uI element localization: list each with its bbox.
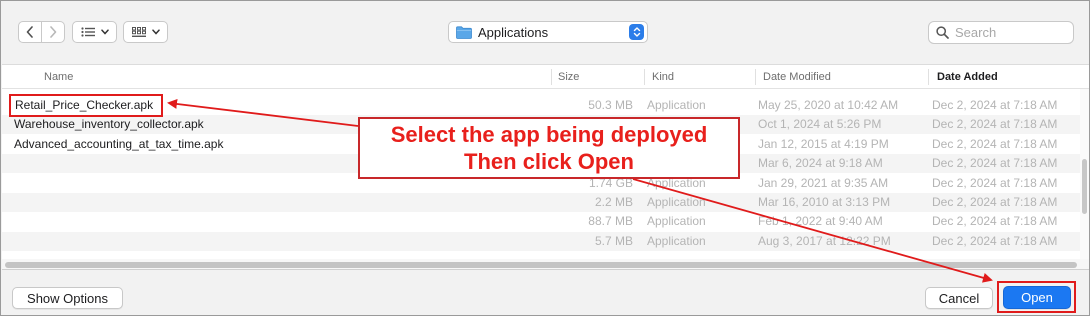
column-divider[interactable]	[551, 69, 552, 85]
show-options-button[interactable]: Show Options	[12, 287, 123, 309]
table-row[interactable]: Retail_Price_Checker.apk 50.3 MB Applica…	[2, 96, 1082, 115]
row-date-modified: May 25, 2020 at 10:42 AM	[758, 98, 899, 112]
row-date-added: Dec 2, 2024 at 7:18 AM	[932, 195, 1058, 209]
vertical-scroll-thumb[interactable]	[1082, 159, 1087, 214]
row-kind: Application	[647, 234, 706, 248]
column-name[interactable]: Name	[44, 65, 73, 89]
chevron-left-icon	[26, 26, 33, 38]
row-size: 2.2 MB	[594, 195, 633, 209]
vertical-scrollbar[interactable]	[1080, 89, 1089, 259]
instruction-line-1: Select the app being deployed	[390, 122, 708, 147]
row-date-added: Dec 2, 2024 at 7:18 AM	[932, 117, 1058, 131]
column-divider[interactable]	[644, 69, 645, 85]
row-kind: Application	[647, 98, 706, 112]
row-date-modified: Feb 1, 2022 at 9:40 AM	[758, 214, 883, 228]
row-date-added: Dec 2, 2024 at 7:18 AM	[932, 98, 1058, 112]
column-date-added[interactable]: Date Added	[937, 65, 998, 89]
row-kind: Application	[647, 195, 706, 209]
cancel-button[interactable]: Cancel	[925, 287, 993, 309]
row-size: 50.3 MB	[588, 98, 633, 112]
column-header: Name Size Kind Date Modified Date Added	[2, 65, 1089, 89]
table-row[interactable]: 88.7 MB Application Feb 1, 2022 at 9:40 …	[2, 212, 1082, 231]
row-date-added: Dec 2, 2024 at 7:18 AM	[932, 176, 1058, 190]
folder-icon	[456, 25, 472, 39]
column-divider[interactable]	[755, 69, 756, 85]
search-input[interactable]	[955, 25, 1065, 40]
row-size: 5.7 MB	[594, 234, 633, 248]
grid-view-icon	[131, 26, 146, 37]
chevron-down-icon	[151, 29, 160, 35]
chevron-down-icon	[100, 29, 109, 35]
column-kind[interactable]: Kind	[652, 65, 674, 89]
row-date-modified: Jan 29, 2021 at 9:35 AM	[758, 176, 889, 190]
row-name: Advanced_accounting_at_tax_time.apk	[14, 137, 224, 151]
location-popup[interactable]: Applications	[448, 21, 648, 43]
table-row[interactable]: 5.7 MB Application Aug 3, 2017 at 12:22 …	[2, 232, 1082, 251]
list-view-icon	[80, 27, 95, 37]
row-date-modified: Mar 6, 2024 at 9:18 AM	[758, 156, 883, 170]
open-button[interactable]: Open	[1003, 286, 1071, 309]
location-label: Applications	[478, 24, 549, 40]
column-divider[interactable]	[928, 69, 929, 85]
row-date-modified: Aug 3, 2017 at 12:22 PM	[758, 234, 891, 248]
row-date-added: Dec 2, 2024 at 7:18 AM	[932, 137, 1058, 151]
row-size: 88.7 MB	[588, 214, 633, 228]
horizontal-scroll-thumb[interactable]	[5, 262, 1077, 268]
chevron-right-icon	[50, 26, 57, 38]
grid-view-button[interactable]	[123, 21, 168, 43]
row-date-modified: Mar 16, 2010 at 3:13 PM	[758, 195, 891, 209]
search-icon	[936, 26, 949, 39]
column-size[interactable]: Size	[558, 65, 579, 89]
forward-button[interactable]	[41, 21, 65, 43]
instruction-line-2: Then click Open	[464, 149, 634, 174]
instruction-callout: Select the app being deployed Then click…	[358, 117, 740, 179]
row-date-modified: Oct 1, 2024 at 5:26 PM	[758, 117, 882, 131]
table-row[interactable]: 2.2 MB Application Mar 16, 2010 at 3:13 …	[2, 193, 1082, 212]
row-name: Warehouse_inventory_collector.apk	[14, 117, 204, 131]
row-date-modified: Jan 12, 2015 at 4:19 PM	[758, 137, 889, 151]
row-kind: Application	[647, 214, 706, 228]
row-date-added: Dec 2, 2024 at 7:18 AM	[932, 156, 1058, 170]
open-file-dialog: Applications Name Size Kind Date Modifie…	[0, 0, 1090, 316]
column-date-modified[interactable]: Date Modified	[763, 65, 831, 89]
back-button[interactable]	[18, 21, 42, 43]
horizontal-scrollbar[interactable]	[2, 259, 1089, 269]
list-view-button[interactable]	[72, 21, 117, 43]
row-date-added: Dec 2, 2024 at 7:18 AM	[932, 214, 1058, 228]
row-date-added: Dec 2, 2024 at 7:18 AM	[932, 234, 1058, 248]
updown-chevron-icon	[633, 27, 640, 37]
search-field[interactable]	[928, 21, 1074, 44]
location-stepper[interactable]	[629, 24, 644, 40]
selected-file-highlight	[9, 94, 163, 117]
